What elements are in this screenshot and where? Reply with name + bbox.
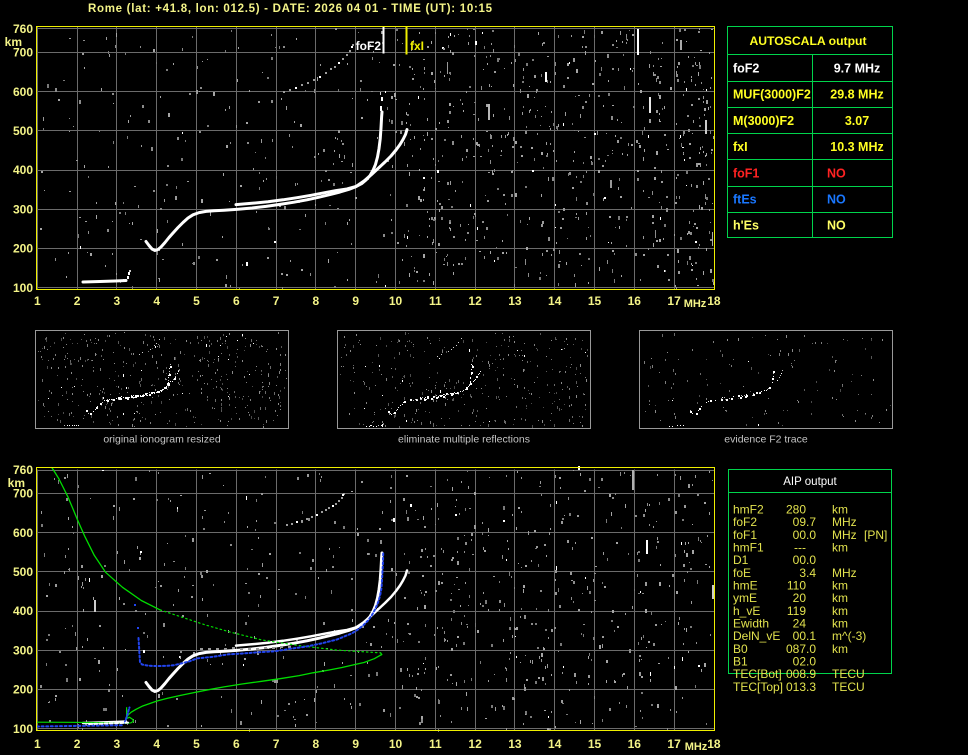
svg-text:6: 6 (233, 294, 240, 308)
svg-text:10.3 MHz: 10.3 MHz (830, 140, 884, 154)
svg-text:300: 300 (13, 203, 33, 217)
svg-text:km: km (832, 540, 848, 554)
svg-text:Rome (lat: +41.8, lon: 012.5): Rome (lat: +41.8, lon: 012.5) - DATE: 20… (88, 3, 493, 15)
svg-text:1: 1 (34, 294, 41, 308)
svg-text:6: 6 (233, 737, 240, 751)
svg-text:14: 14 (548, 294, 562, 308)
svg-text:500: 500 (13, 124, 33, 138)
svg-text:8: 8 (313, 737, 320, 751)
svg-text:760: 760 (13, 22, 33, 36)
svg-text:TECU: TECU (832, 680, 865, 694)
svg-text:15: 15 (588, 294, 602, 308)
svg-text:NO: NO (827, 166, 846, 180)
svg-text:013.3: 013.3 (786, 680, 816, 694)
svg-text:h'Es: h'Es (733, 219, 759, 233)
svg-text:600: 600 (13, 526, 33, 540)
svg-text:200: 200 (13, 683, 33, 697)
svg-text:29.8 MHz: 29.8 MHz (830, 88, 884, 102)
svg-text:300: 300 (13, 644, 33, 658)
svg-text:1: 1 (34, 737, 41, 751)
svg-text:5: 5 (193, 737, 200, 751)
svg-text:2: 2 (74, 737, 81, 751)
svg-text:4: 4 (153, 294, 160, 308)
svg-text:500: 500 (13, 565, 33, 579)
svg-text:14: 14 (548, 737, 562, 751)
svg-text:9: 9 (352, 737, 359, 751)
svg-text:200: 200 (13, 242, 33, 256)
svg-text:ftEs: ftEs (733, 193, 757, 207)
svg-text:16: 16 (628, 737, 642, 751)
svg-text:11: 11 (429, 737, 442, 751)
svg-text:12: 12 (468, 294, 482, 308)
svg-text:400: 400 (13, 604, 33, 618)
svg-text:5: 5 (193, 294, 200, 308)
svg-text:km: km (8, 476, 25, 490)
svg-text:MHz: MHz (685, 741, 708, 753)
svg-text:12: 12 (468, 737, 482, 751)
svg-text:3: 3 (114, 737, 121, 751)
svg-text:foF1: foF1 (733, 166, 759, 180)
svg-text:400: 400 (13, 163, 33, 177)
svg-text:100: 100 (13, 722, 33, 736)
svg-text:17: 17 (667, 294, 681, 308)
svg-text:10: 10 (389, 294, 403, 308)
svg-text:foF2: foF2 (733, 62, 759, 76)
svg-text:17: 17 (667, 737, 681, 751)
svg-text:3: 3 (114, 294, 121, 308)
svg-text:10: 10 (389, 737, 403, 751)
svg-text:NO: NO (827, 193, 846, 207)
svg-text:fxI: fxI (733, 140, 748, 154)
svg-text:3.07: 3.07 (845, 114, 869, 128)
svg-text:18: 18 (707, 294, 721, 308)
svg-text:TEC[Top]: TEC[Top] (733, 680, 783, 694)
svg-text:MUF(3000)F2: MUF(3000)F2 (733, 88, 811, 102)
svg-text:AIP output: AIP output (783, 476, 837, 488)
svg-text:MHz: MHz (684, 298, 707, 310)
svg-text:600: 600 (13, 85, 33, 99)
svg-text:AUTOSCALA output: AUTOSCALA output (749, 34, 866, 48)
svg-text:km: km (832, 642, 848, 656)
svg-text:15: 15 (588, 737, 602, 751)
svg-text:9: 9 (352, 294, 359, 308)
svg-text:2: 2 (74, 294, 81, 308)
svg-text:11: 11 (429, 294, 442, 308)
svg-text:NO: NO (827, 219, 846, 233)
svg-text:fxI: fxI (410, 39, 424, 53)
svg-text:7: 7 (273, 737, 280, 751)
svg-text:13: 13 (508, 294, 522, 308)
svg-text:original ionogram resized: original ionogram resized (103, 434, 220, 446)
svg-text:4: 4 (153, 737, 160, 751)
svg-text:760: 760 (13, 463, 33, 477)
svg-text:100: 100 (13, 281, 33, 295)
svg-text:16: 16 (628, 294, 642, 308)
svg-text:9.7 MHz: 9.7 MHz (834, 62, 881, 76)
svg-text:8: 8 (313, 294, 320, 308)
svg-text:M(3000)F2: M(3000)F2 (733, 114, 794, 128)
svg-text:evidence F2 trace: evidence F2 trace (724, 434, 808, 446)
svg-text:18: 18 (707, 737, 721, 751)
svg-text:7: 7 (273, 294, 280, 308)
svg-text:eliminate multiple reflections: eliminate multiple reflections (398, 434, 530, 446)
svg-text:km: km (5, 35, 22, 49)
svg-text:[PN]: [PN] (864, 528, 887, 542)
svg-text:foF2: foF2 (356, 39, 382, 53)
svg-text:13: 13 (508, 737, 522, 751)
